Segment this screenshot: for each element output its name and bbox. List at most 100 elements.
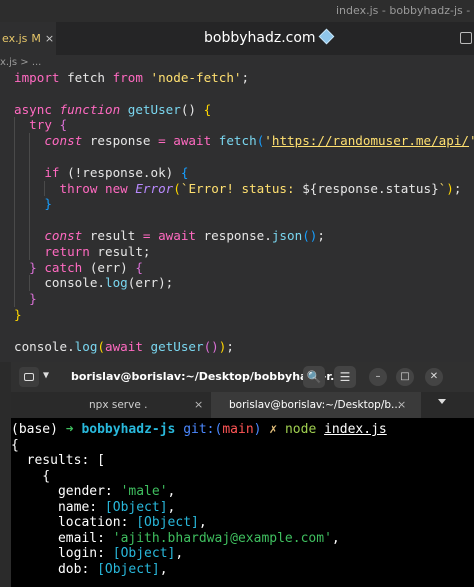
window-title-bar: index.js - bobbyhadz-js - Visu (0, 0, 474, 22)
template-expression: ${response.status} (302, 180, 439, 196)
indent-guide (29, 275, 30, 292)
operator: = (142, 227, 159, 243)
bracket: ( (97, 338, 106, 354)
terminal-output[interactable]: (base) ➜ bobbyhadz-js git:(main) ✗ node … (11, 422, 474, 577)
indent-guide (14, 180, 15, 197)
git-label: ) (253, 422, 262, 437)
menu-button[interactable]: ☰ (334, 366, 356, 388)
bracket: } (44, 196, 52, 212)
keyword: throw (59, 180, 105, 196)
bracket: () (302, 227, 318, 243)
editor-tab-index-js[interactable]: ex.js M × (0, 22, 56, 55)
close-icon: ✕ (429, 371, 439, 382)
code-line: if (!response.ok) { (0, 164, 474, 181)
editor-tab-bar: ex.js M × bobbyhadz.com (0, 22, 474, 55)
string: ' (469, 133, 474, 148)
keyword: await (158, 227, 204, 243)
tab-close-icon[interactable]: × (397, 392, 406, 418)
indent-guide (14, 259, 15, 276)
output-line: { (11, 437, 19, 453)
terminal-header-bar: ▼ borislav@borislav:~/Desktop/bobbyhadz-… (11, 362, 474, 392)
code-line: import fetch from 'node-fetch'; (0, 70, 474, 86)
code-line: const response = await fetch('https://ra… (0, 133, 474, 149)
tab-npx-serve[interactable]: npx serve . × (11, 392, 211, 418)
code-line: console.log(err); (0, 275, 474, 292)
function-call: fetch (218, 133, 257, 149)
output-line: dob: [Object], (11, 562, 474, 578)
code-area[interactable]: import fetch from 'node-fetch'; async fu… (0, 70, 474, 354)
output-key: name: (11, 499, 105, 515)
window-title: index.js - bobbyhadz-js - Visu (336, 4, 474, 17)
git-label: git:( (183, 422, 223, 437)
keyword: from (112, 70, 143, 85)
bracket: ( (173, 180, 181, 196)
bracket: () (203, 338, 219, 354)
tab-close-icon[interactable]: × (194, 392, 203, 418)
keyword: import (14, 70, 60, 85)
code-line: } (0, 307, 474, 323)
tab-close-icon[interactable]: × (45, 32, 54, 45)
split-editor-icon[interactable] (460, 32, 472, 44)
function-name: getUser (127, 101, 181, 117)
indent-guide (29, 196, 30, 213)
search-button[interactable]: 🔍 (303, 366, 325, 388)
code-line: async function getUser() { (0, 102, 474, 118)
indent-guide (14, 212, 15, 228)
code-line: try { (0, 117, 474, 134)
keyword: async (14, 101, 60, 117)
indent-guide (29, 148, 30, 165)
dirty-icon: ✗ (269, 422, 278, 437)
close-button[interactable]: ✕ (425, 368, 443, 386)
url-link[interactable]: https://randomuser.me/api/ (272, 133, 469, 148)
new-tab-button[interactable] (19, 367, 39, 387)
indent-guide (14, 117, 15, 134)
terminal-tab-bar: npx serve . × borislav@borislav:~/Deskto… (11, 392, 474, 418)
output-value: [Object] (104, 499, 168, 515)
breadcrumb[interactable]: x.js > ... (0, 55, 41, 70)
output-key: dob: (11, 561, 98, 577)
output-value: 'ajith.bhardwaj@example.com' (112, 530, 332, 546)
indent-guide (44, 180, 45, 197)
terminal-title: borislav@borislav:~/Desktop/bobbyhadz-r.… (71, 370, 343, 383)
maximize-icon: □ (400, 371, 410, 382)
output-value: 'male' (120, 484, 168, 499)
tab-label: npx serve . (89, 399, 148, 411)
code-line: } (0, 196, 474, 213)
function-call: log (74, 338, 98, 354)
punctuation: , (198, 515, 207, 530)
chevron-down-icon[interactable]: ▼ (43, 370, 49, 381)
indent-guide (29, 212, 30, 228)
minimize-button[interactable]: – (369, 368, 387, 386)
bracket: } (29, 291, 37, 307)
output-key: location: (11, 515, 137, 530)
tab-label: borislav@borislav:~/Desktop/b... (229, 399, 402, 411)
keyword: function (59, 101, 128, 117)
output-line: name: [Object], (11, 500, 474, 516)
tab-shell[interactable]: borislav@borislav:~/Desktop/b... × (211, 392, 421, 418)
output-line: login: [Object], (11, 546, 474, 562)
output-value: [Object] (97, 561, 160, 577)
identifier: console. (14, 338, 75, 354)
maximize-button[interactable]: □ (396, 368, 414, 386)
chevron-down-icon[interactable] (438, 399, 446, 404)
operator: = (158, 133, 174, 149)
modified-badge: M (31, 32, 41, 45)
code-line: } catch (err) { (0, 259, 474, 276)
string: ' (264, 133, 272, 149)
arrow-icon: ➜ (65, 422, 74, 437)
bracket: { (180, 164, 189, 180)
punctuation: ; (453, 180, 462, 196)
identifier: (err) (89, 259, 136, 275)
condition: (!response.ok) (67, 164, 181, 180)
output-value: [Object] (112, 546, 176, 561)
bracket: { (135, 259, 143, 275)
search-icon: 🔍 (306, 370, 322, 384)
output-key: email: (11, 530, 113, 546)
code-line: return result; (0, 243, 474, 260)
output-value: [Object] (136, 515, 199, 530)
indent-guide (14, 148, 15, 165)
bracket: } (29, 259, 45, 275)
brand-watermark: bobbyhadz.com (204, 22, 334, 55)
identifier: result (89, 227, 143, 243)
indent-guide (14, 164, 15, 181)
